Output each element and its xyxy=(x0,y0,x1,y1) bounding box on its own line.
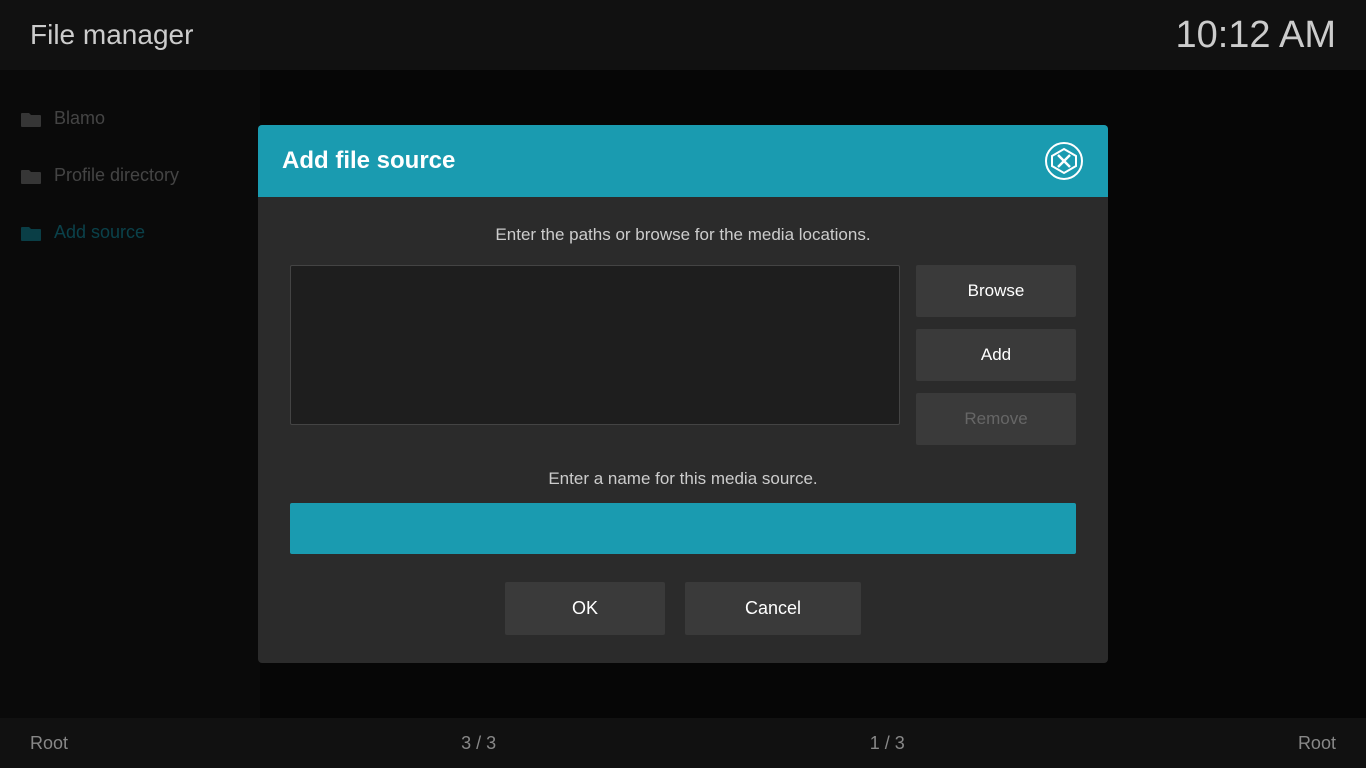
status-center-right: 1 / 3 xyxy=(847,733,927,754)
name-label: Enter a name for this media source. xyxy=(290,469,1076,489)
name-input[interactable] xyxy=(290,503,1076,554)
dialog-subtitle: Enter the paths or browse for the media … xyxy=(290,225,1076,245)
top-bar: File manager 10:12 AM xyxy=(0,0,1366,70)
bottom-buttons: OK Cancel xyxy=(290,582,1076,635)
browse-button[interactable]: Browse xyxy=(916,265,1076,317)
input-row: Browse Add Remove xyxy=(290,265,1076,445)
dialog-overlay: Add file source Enter the paths or brows… xyxy=(0,70,1366,718)
add-button[interactable]: Add xyxy=(916,329,1076,381)
dialog-header: Add file source xyxy=(258,125,1108,197)
ok-button[interactable]: OK xyxy=(505,582,665,635)
kodi-logo-icon xyxy=(1044,141,1084,181)
dialog-title: Add file source xyxy=(282,147,455,175)
remove-button[interactable]: Remove xyxy=(916,393,1076,445)
dialog-body: Enter the paths or browse for the media … xyxy=(258,197,1108,663)
status-bar: Root 3 / 3 1 / 3 Root xyxy=(0,718,1366,768)
status-left: Root xyxy=(30,733,110,754)
url-textarea[interactable] xyxy=(290,265,900,425)
status-center-left: 3 / 3 xyxy=(439,733,519,754)
status-right: Root xyxy=(1256,733,1336,754)
clock: 10:12 AM xyxy=(1175,14,1336,57)
action-buttons: Browse Add Remove xyxy=(916,265,1076,445)
name-input-wrapper: Enter a name for this media source. xyxy=(290,469,1076,554)
add-file-source-dialog: Add file source Enter the paths or brows… xyxy=(258,125,1108,663)
app-title: File manager xyxy=(30,19,193,51)
cancel-button[interactable]: Cancel xyxy=(685,582,861,635)
